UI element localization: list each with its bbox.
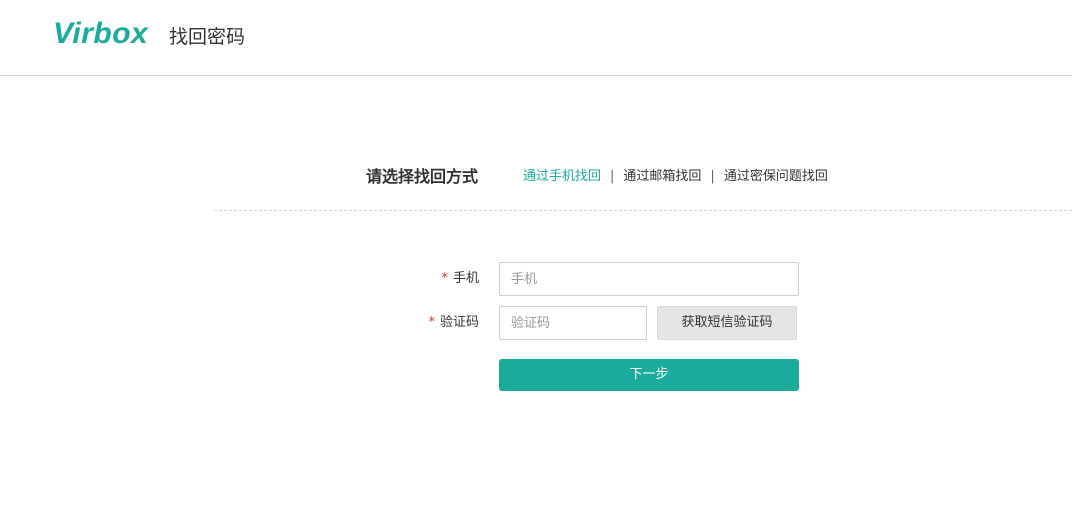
phone-label: * 手机 xyxy=(441,270,479,288)
phone-label-text: 手机 xyxy=(452,271,479,286)
recovery-method-label: 请选择找回方式 xyxy=(366,167,479,186)
recover-by-security-question-link[interactable]: 通过密保问题找回 xyxy=(724,169,828,184)
required-asterisk: * xyxy=(441,271,448,286)
recover-by-email-link[interactable]: 通过邮箱找回 xyxy=(623,169,701,184)
dashed-divider xyxy=(214,210,1072,211)
verification-code-label: * 验证码 xyxy=(428,314,479,332)
method-separator: | xyxy=(710,169,715,184)
required-asterisk: * xyxy=(428,315,435,330)
recover-by-phone-link[interactable]: 通过手机找回 xyxy=(523,169,601,184)
recovery-method-selector: 请选择找回方式 通过手机找回 | 通过邮箱找回 | 通过密保问题找回 xyxy=(0,160,1072,194)
verification-code-label-text: 验证码 xyxy=(439,315,479,330)
next-step-button[interactable]: 下一步 xyxy=(499,359,799,391)
page-header: Virbox 找回密码 xyxy=(0,0,1072,76)
page-title: 找回密码 xyxy=(169,26,246,48)
method-separator: | xyxy=(610,169,615,184)
recovery-method-links: 通过手机找回 | 通过邮箱找回 | 通过密保问题找回 xyxy=(523,168,828,186)
phone-row: * 手机 xyxy=(0,262,1072,296)
verification-code-row: * 验证码 获取短信验证码 xyxy=(0,306,1072,340)
verification-code-input[interactable] xyxy=(499,306,647,340)
virbox-logo[interactable]: Virbox xyxy=(53,15,148,53)
get-sms-code-button[interactable]: 获取短信验证码 xyxy=(657,306,797,340)
phone-input[interactable] xyxy=(499,262,799,296)
